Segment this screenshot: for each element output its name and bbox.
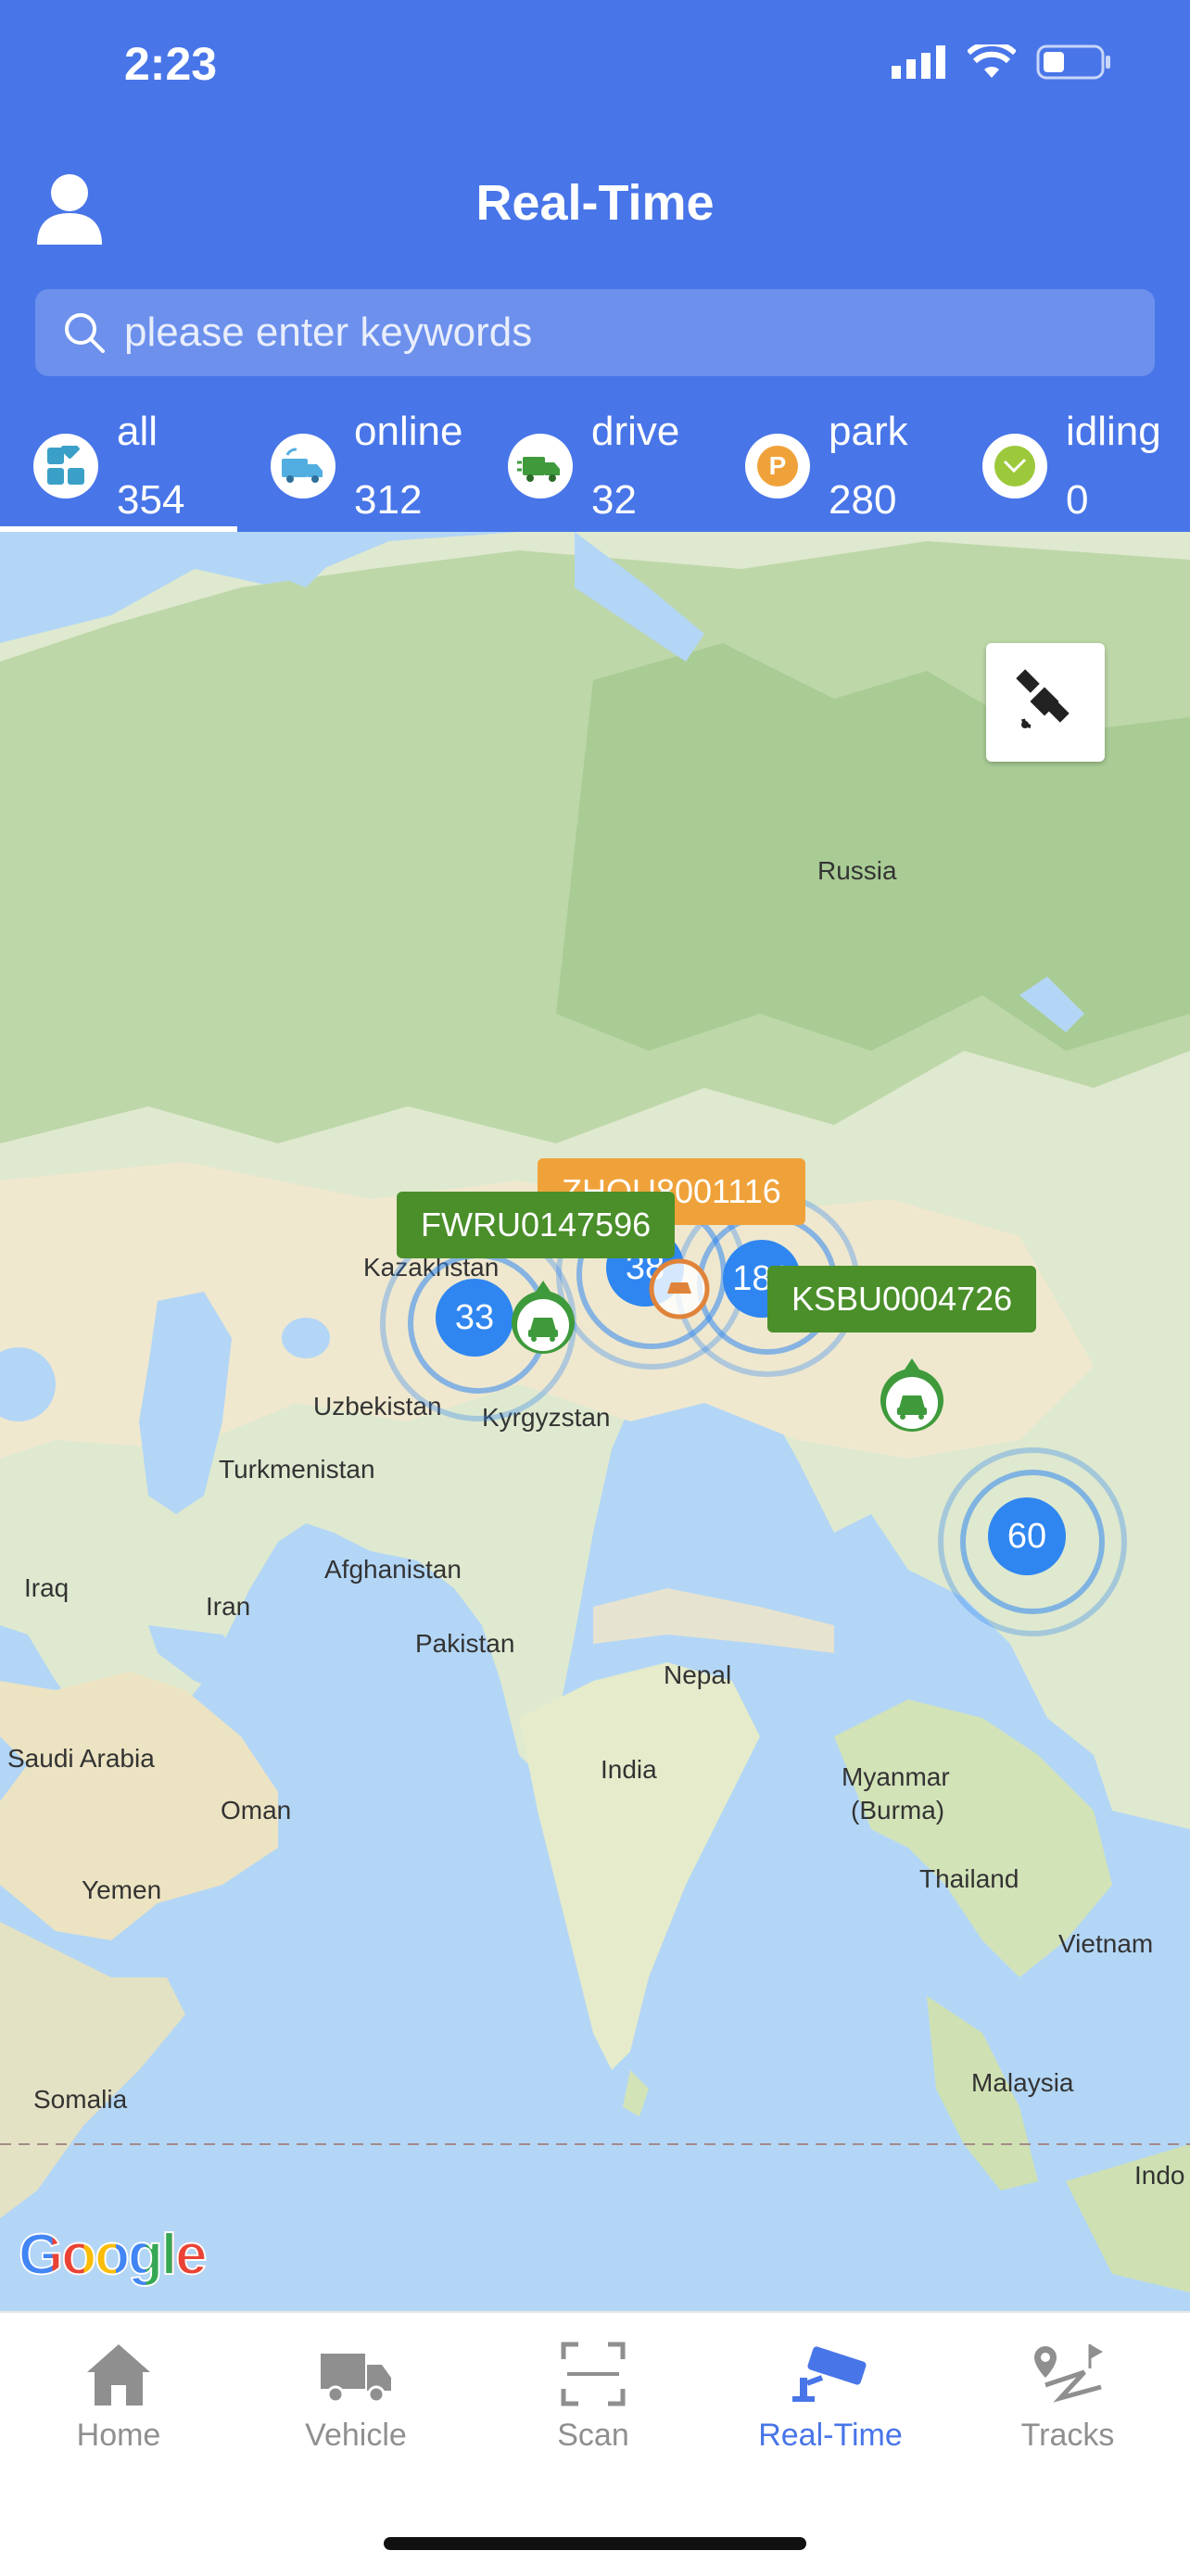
- tab-real-time[interactable]: Real-Time: [712, 2341, 949, 2454]
- filter-drive[interactable]: drive 32: [508, 400, 679, 532]
- filter-label: idling: [1066, 409, 1161, 454]
- filter-count: 354: [117, 477, 185, 523]
- vehicle-cluster[interactable]: 60: [988, 1497, 1066, 1575]
- map-label: Afghanistan: [324, 1555, 462, 1584]
- svg-text:P: P: [769, 451, 787, 480]
- map-view[interactable]: Russia Kazakhstan Uzbekistan Kyrgyzstan …: [0, 532, 1190, 2311]
- tab-label: Vehicle: [305, 2418, 407, 2453]
- google-attribution: Google: [18, 2222, 209, 2288]
- truck-signal-icon: [271, 434, 335, 499]
- vehicle-cluster[interactable]: 33: [436, 1279, 513, 1357]
- map-label: Turkmenistan: [219, 1455, 375, 1484]
- map-label: (Burma): [851, 1796, 945, 1825]
- map-label: India: [601, 1755, 657, 1784]
- map-label: Indo: [1134, 2161, 1185, 2190]
- home-icon: [87, 2344, 150, 2406]
- parking-icon: P: [745, 434, 810, 499]
- map-label: Iraq: [24, 1573, 70, 1602]
- filter-label: online: [354, 409, 463, 454]
- vehicle-marker-car-icon[interactable]: [506, 1279, 580, 1364]
- tab-home[interactable]: Home: [0, 2341, 237, 2454]
- search-icon: [65, 313, 105, 353]
- filter-label: park: [829, 409, 908, 454]
- filter-count: 280: [829, 477, 897, 523]
- status-time: 2:23: [124, 38, 218, 90]
- satellite-toggle-button[interactable]: [986, 643, 1105, 762]
- idling-icon: [982, 434, 1047, 499]
- tab-tracks[interactable]: Tracks: [949, 2341, 1186, 2454]
- map-label: Nepal: [664, 1661, 732, 1689]
- vehicle-marker-car-icon[interactable]: [875, 1357, 949, 1442]
- route-icon: [1034, 2344, 1103, 2403]
- status-icons: [892, 44, 1112, 80]
- map-label: Russia: [817, 856, 897, 885]
- truck-icon: [321, 2354, 391, 2404]
- map-label: Saudi Arabia: [7, 1744, 155, 1773]
- status-filters: all 354 online 312 drive 32 P park 280 i…: [0, 400, 1190, 532]
- search-bar[interactable]: please enter keywords: [35, 289, 1155, 376]
- tab-label: Real-Time: [758, 2418, 903, 2453]
- tab-label: Scan: [557, 2418, 629, 2453]
- filter-count: 0: [1066, 477, 1089, 523]
- header: 2:23 Real-Time please enter keywords all…: [0, 0, 1190, 532]
- wifi-icon: [968, 44, 1016, 78]
- grid-icon: [33, 434, 98, 499]
- satellite-icon: [1016, 669, 1070, 728]
- map-label: Malaysia: [971, 2068, 1074, 2097]
- signal-icon: [892, 45, 945, 79]
- filter-park[interactable]: P park 280: [745, 400, 908, 532]
- filter-idling[interactable]: idling 0: [982, 400, 1161, 532]
- filter-label: all: [117, 409, 158, 454]
- map-label: Thailand: [919, 1864, 1019, 1893]
- map-label: Somalia: [33, 2085, 128, 2114]
- tab-label: Tracks: [1020, 2418, 1115, 2453]
- home-indicator: [384, 2537, 806, 2550]
- filter-label: drive: [591, 409, 680, 454]
- truck-moving-icon: [508, 434, 573, 499]
- vehicle-marker-parked-icon[interactable]: [647, 1256, 712, 1321]
- vehicle-tag-driving[interactable]: KSBU0004726: [767, 1266, 1037, 1332]
- filter-count: 312: [354, 477, 423, 523]
- search-placeholder: please enter keywords: [124, 309, 533, 355]
- tab-vehicle[interactable]: Vehicle: [237, 2341, 475, 2454]
- google-logo: Google: [18, 2222, 209, 2288]
- scan-icon: [561, 2342, 626, 2406]
- page-title: Real-Time: [475, 175, 715, 231]
- map-label: Oman: [221, 1796, 292, 1825]
- map-label: Pakistan: [415, 1629, 515, 1658]
- filter-online[interactable]: online 312: [271, 400, 462, 532]
- map-label: Vietnam: [1058, 1929, 1154, 1958]
- map-label: Yemen: [82, 1875, 162, 1904]
- map-label: Myanmar: [842, 1762, 950, 1791]
- map-label: Iran: [206, 1592, 251, 1621]
- tab-scan[interactable]: Scan: [475, 2341, 712, 2454]
- filter-count: 32: [591, 477, 637, 523]
- filter-all[interactable]: all 354: [33, 400, 184, 532]
- tab-label: Home: [76, 2418, 161, 2453]
- camera-icon: [792, 2346, 867, 2402]
- battery-icon: [1036, 44, 1110, 80]
- vehicle-tag-driving[interactable]: FWRU0147596: [397, 1192, 676, 1258]
